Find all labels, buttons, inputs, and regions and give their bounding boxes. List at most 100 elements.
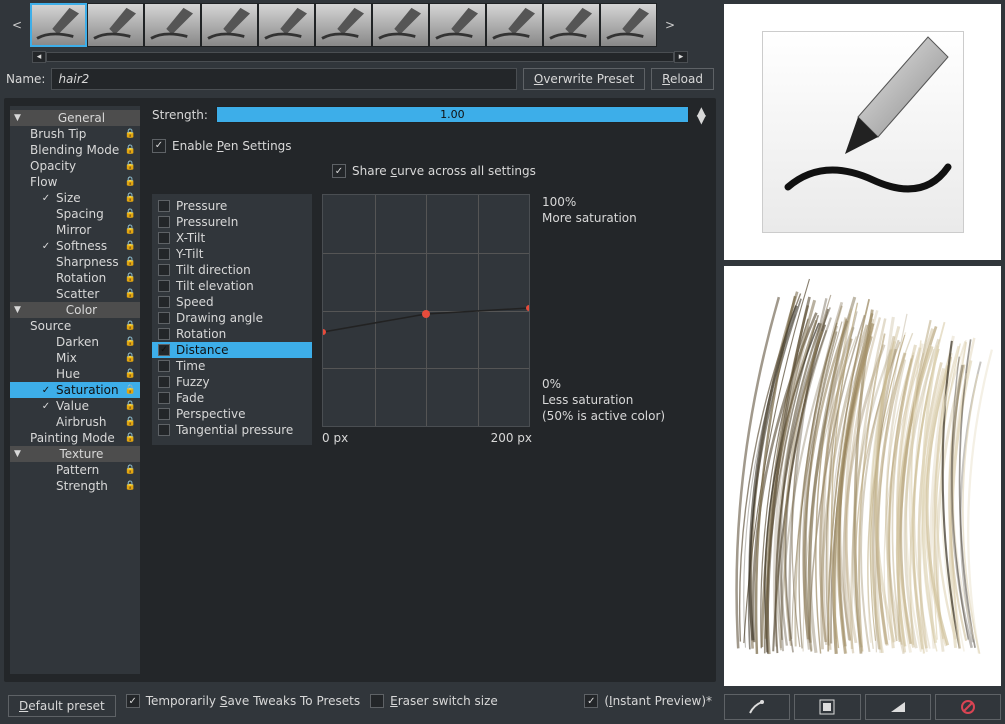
lock-icon: 🔒 — [125, 369, 136, 379]
sensor-tilt-elevation[interactable]: Tilt elevation — [152, 278, 312, 294]
lock-icon: 🔒 — [125, 145, 136, 155]
tree-item-sharpness[interactable]: Sharpness🔒 — [10, 254, 140, 270]
curve-info: 100% More saturation 0% Less saturation … — [542, 194, 665, 445]
lock-icon: 🔒 — [125, 385, 136, 395]
name-label: Name: — [6, 72, 45, 86]
tree-item-blending-mode[interactable]: Blending Mode🔒 — [10, 142, 140, 158]
sensor-rotation[interactable]: Rotation — [152, 326, 312, 342]
preset-name-input[interactable] — [51, 68, 516, 90]
lock-icon: 🔒 — [125, 417, 136, 427]
lock-icon: 🔒 — [125, 129, 136, 139]
sensor-distance[interactable]: ✓Distance — [152, 342, 312, 358]
tree-item-size[interactable]: ✓Size🔒 — [10, 190, 140, 206]
sensor-fade[interactable]: Fade — [152, 390, 312, 406]
preset-scroll-left[interactable]: ◂ — [32, 51, 46, 63]
tree-item-mix[interactable]: Mix🔒 — [10, 350, 140, 366]
lock-icon: 🔒 — [125, 481, 136, 491]
preset-thumb-1[interactable] — [87, 3, 144, 47]
default-preset-button[interactable]: Default preset — [8, 695, 116, 717]
preset-thumb-0[interactable] — [30, 3, 87, 47]
lock-icon: 🔒 — [125, 401, 136, 411]
lock-icon: 🔒 — [125, 177, 136, 187]
tree-item-painting-mode[interactable]: Painting Mode🔒 — [10, 430, 140, 446]
lock-icon: 🔒 — [125, 161, 136, 171]
sensor-perspective[interactable]: Perspective — [152, 406, 312, 422]
sensor-list: PressurePressureInX-TiltY-TiltTilt direc… — [152, 194, 312, 445]
preset-thumb-9[interactable] — [543, 3, 600, 47]
tree-item-value[interactable]: ✓Value🔒 — [10, 398, 140, 414]
settings-config: Strength: 1.00 ▲▼ ✓ Enable Pen Settings … — [148, 106, 710, 674]
tree-item-airbrush[interactable]: Airbrush🔒 — [10, 414, 140, 430]
sensor-time[interactable]: Time — [152, 358, 312, 374]
curve-graph[interactable] — [322, 194, 530, 427]
preset-thumb-3[interactable] — [201, 3, 258, 47]
preset-scrollbar[interactable] — [46, 52, 674, 62]
preset-thumb-5[interactable] — [315, 3, 372, 47]
share-curve-checkbox[interactable]: ✓ Share curve across all settings — [332, 164, 536, 178]
preset-thumb-7[interactable] — [429, 3, 486, 47]
tree-section-general[interactable]: ▼General — [10, 110, 140, 126]
sensor-tilt-direction[interactable]: Tilt direction — [152, 262, 312, 278]
sensor-tangential-pressure[interactable]: Tangential pressure — [152, 422, 312, 438]
tree-item-brush-tip[interactable]: Brush Tip🔒 — [10, 126, 140, 142]
preset-thumbs — [30, 3, 657, 47]
lock-icon: 🔒 — [125, 273, 136, 283]
lock-icon: 🔒 — [125, 321, 136, 331]
tree-item-hue[interactable]: Hue🔒 — [10, 366, 140, 382]
scratchpad-gradient-button[interactable] — [865, 694, 931, 720]
lock-icon: 🔒 — [125, 241, 136, 251]
enable-pen-checkbox[interactable]: ✓ Enable Pen Settings — [152, 139, 292, 153]
lock-icon: 🔒 — [125, 209, 136, 219]
sensor-drawing-angle[interactable]: Drawing angle — [152, 310, 312, 326]
reload-button[interactable]: Reload — [651, 68, 714, 90]
strength-slider[interactable]: 1.00 — [216, 106, 689, 123]
preset-thumb-8[interactable] — [486, 3, 543, 47]
sensor-fuzzy[interactable]: Fuzzy — [152, 374, 312, 390]
tree-item-rotation[interactable]: Rotation🔒 — [10, 270, 140, 286]
strength-label: Strength: — [152, 108, 208, 122]
preset-thumb-2[interactable] — [144, 3, 201, 47]
preset-thumb-10[interactable] — [600, 3, 657, 47]
lock-icon: 🔒 — [125, 433, 136, 443]
tree-item-spacing[interactable]: Spacing🔒 — [10, 206, 140, 222]
lock-icon: 🔒 — [125, 225, 136, 235]
lock-icon: 🔒 — [125, 353, 136, 363]
tree-section-color[interactable]: ▼Color — [10, 302, 140, 318]
sensor-speed[interactable]: Speed — [152, 294, 312, 310]
sensor-pressure[interactable]: Pressure — [152, 198, 312, 214]
preset-scroll-right[interactable]: ▸ — [674, 51, 688, 63]
tree-item-opacity[interactable]: Opacity🔒 — [10, 158, 140, 174]
tree-item-saturation[interactable]: ✓Saturation🔒 — [10, 382, 140, 398]
preset-thumb-6[interactable] — [372, 3, 429, 47]
overwrite-preset-button[interactable]: Overwrite Preset — [523, 68, 645, 90]
graph-xmin: 0 px — [322, 431, 348, 445]
tree-item-mirror[interactable]: Mirror🔒 — [10, 222, 140, 238]
tree-item-source[interactable]: Source🔒 — [10, 318, 140, 334]
temp-save-checkbox[interactable]: ✓Temporarily Save Tweaks To Presets — [126, 694, 360, 708]
preset-thumb-4[interactable] — [258, 3, 315, 47]
eraser-switch-checkbox[interactable]: Eraser switch size — [370, 694, 498, 708]
scratchpad-brush-button[interactable] — [724, 694, 790, 720]
tree-item-flow[interactable]: Flow🔒 — [10, 174, 140, 190]
strength-spinner[interactable]: ▲▼ — [697, 107, 706, 123]
tree-item-darken[interactable]: Darken🔒 — [10, 334, 140, 350]
lock-icon: 🔒 — [125, 193, 136, 203]
tree-item-scatter[interactable]: Scatter🔒 — [10, 286, 140, 302]
preset-prev-arrow[interactable]: < — [4, 18, 30, 32]
lock-icon: 🔒 — [125, 337, 136, 347]
graph-xmax: 200 px — [491, 431, 532, 445]
lock-icon: 🔒 — [125, 289, 136, 299]
sensor-pressurein[interactable]: PressureIn — [152, 214, 312, 230]
sensor-x-tilt[interactable]: X-Tilt — [152, 230, 312, 246]
lock-icon: 🔒 — [125, 465, 136, 475]
scratchpad-fill-button[interactable] — [794, 694, 860, 720]
tree-item-pattern[interactable]: Pattern🔒 — [10, 462, 140, 478]
preset-next-arrow[interactable]: > — [657, 18, 683, 32]
tree-section-texture[interactable]: ▼Texture — [10, 446, 140, 462]
scratchpad-clear-button[interactable] — [935, 694, 1001, 720]
instant-preview-checkbox[interactable]: ✓(Instant Preview)* — [584, 694, 712, 708]
tree-item-strength[interactable]: Strength🔒 — [10, 478, 140, 494]
tree-item-softness[interactable]: ✓Softness🔒 — [10, 238, 140, 254]
stroke-preview — [724, 266, 1001, 686]
sensor-y-tilt[interactable]: Y-Tilt — [152, 246, 312, 262]
